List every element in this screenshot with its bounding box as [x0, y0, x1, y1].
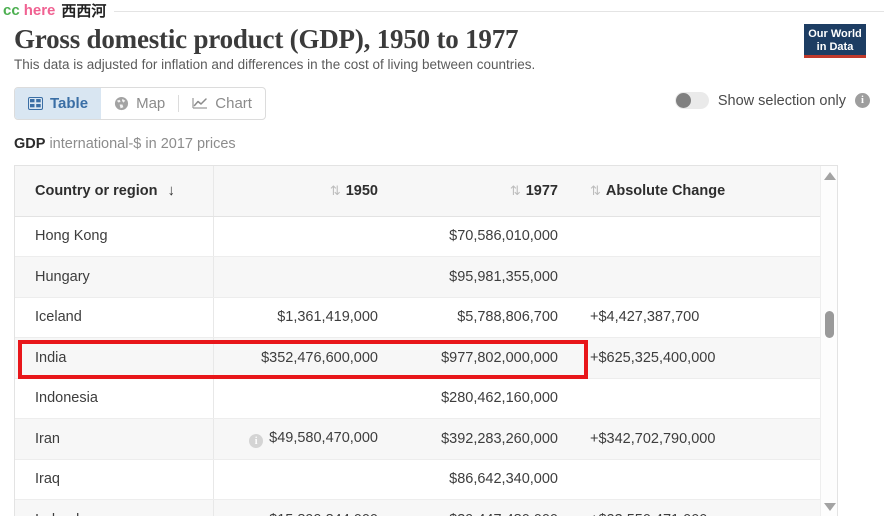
table-row[interactable]: Iceland $1,361,419,000 $5,788,806,700 +$4,4…	[15, 297, 821, 338]
cell-absolute-change	[576, 216, 821, 257]
cell-value-1950	[213, 216, 396, 257]
cell-value-1950-text: $49,580,470,000	[269, 429, 378, 446]
cell-country: India	[15, 337, 214, 379]
cell-value-1977: $5,788,806,700	[396, 297, 576, 338]
cell-absolute-change: +$625,325,400,000	[576, 337, 821, 379]
tab-chart-label: Chart	[215, 95, 252, 112]
watermark-strip: cc here 西西河	[0, 0, 884, 20]
cell-value-1977: $392,283,260,000	[396, 418, 576, 460]
table-row[interactable]: Iran i $49,580,470,000 $392,283,260,000 +$34…	[15, 418, 821, 460]
cell-value-1950-text: $15,899,844,000	[269, 512, 378, 516]
sort-toggle-icon: ⇅	[329, 182, 341, 198]
logo-line-2: in Data	[816, 41, 854, 53]
our-world-in-data-logo[interactable]: Our World in Data	[804, 24, 866, 58]
cell-value-1977: $70,586,010,000	[396, 216, 576, 257]
column-header-1950-label: 1950	[345, 182, 378, 199]
cell-value-1950: $1,361,419,000	[213, 297, 396, 338]
sort-descending-icon: ↓	[167, 182, 175, 200]
cell-value-1977: $977,802,000,000	[396, 337, 576, 379]
cell-absolute-change: +$342,702,790,000	[576, 418, 821, 460]
cell-country: Indonesia	[15, 378, 214, 419]
cell-value-1950	[213, 459, 396, 500]
data-table-container: Country or region ↓ ⇅ 1950 ⇅ 1977 ⇅ Absolute…	[14, 165, 838, 516]
column-header-country-label: Country or region	[35, 183, 158, 200]
column-header-1950[interactable]: ⇅ 1950	[213, 166, 396, 217]
tab-map-label: Map	[136, 95, 166, 112]
table-header: Country or region ↓ ⇅ 1950 ⇅ 1977 ⇅ Absolute…	[15, 166, 821, 217]
globe-icon	[114, 96, 129, 111]
tab-chart[interactable]: Chart	[179, 88, 265, 119]
watermark-divider	[114, 10, 884, 12]
cell-country: Ireland	[15, 499, 214, 516]
cell-value-1977: $95,981,355,000	[396, 256, 576, 298]
table-row[interactable]: Iraq $86,642,340,000	[15, 459, 821, 500]
scroll-down-arrow-icon[interactable]	[824, 503, 836, 511]
tab-table-label: Table	[50, 95, 89, 112]
cell-absolute-change: +$23,550,471,000	[576, 499, 821, 516]
cell-value-1977: $280,462,160,000	[396, 378, 576, 419]
cell-value-1950: $15,899,844,000	[213, 499, 396, 516]
cell-country: Hungary	[15, 256, 214, 298]
toggle-knob	[675, 93, 691, 108]
cell-country: Iceland	[15, 297, 214, 338]
info-icon[interactable]: i	[855, 93, 870, 108]
units-line: GDP international-$ in 2017 prices	[14, 136, 236, 152]
table-body: Hong Kong $70,586,010,000 Hungary $95,981,3…	[15, 216, 821, 516]
cell-absolute-change	[576, 459, 821, 500]
owid-table-page: cc here 西西河 Gross domestic product (GDP)…	[0, 0, 884, 516]
cell-info-icon[interactable]: i	[249, 434, 264, 448]
cell-country: Iraq	[15, 459, 214, 500]
scrollbar-thumb[interactable]	[825, 311, 834, 338]
cell-country: Iran	[15, 418, 214, 460]
view-tab-bar: Table Map Chart	[14, 87, 266, 120]
watermark-cc-text: cc	[3, 1, 20, 19]
table-header-row: Country or region ↓ ⇅ 1950 ⇅ 1977 ⇅ Absolute…	[15, 166, 821, 217]
column-header-1977[interactable]: ⇅ 1977	[396, 166, 576, 217]
scroll-up-arrow-icon[interactable]	[824, 172, 836, 180]
table-row[interactable]: India $352,476,600,000 $977,802,000,000 +$6…	[15, 337, 821, 379]
column-header-country[interactable]: Country or region ↓	[15, 166, 214, 217]
units-description: international-$ in 2017 prices	[49, 136, 236, 152]
page-title: Gross domestic product (GDP), 1950 to 19…	[14, 24, 519, 54]
gdp-data-table: Country or region ↓ ⇅ 1950 ⇅ 1977 ⇅ Absolute…	[15, 166, 821, 516]
column-header-absolute-change-label: Absolute Change	[605, 182, 726, 199]
cell-value-1950: i $49,580,470,000	[213, 418, 396, 460]
cell-value-1950	[213, 378, 396, 419]
table-row[interactable]: Indonesia $280,462,160,000	[15, 378, 821, 419]
table-row[interactable]: Hong Kong $70,586,010,000	[15, 216, 821, 257]
cell-absolute-change: +$4,427,387,700	[576, 297, 821, 338]
column-header-absolute-change[interactable]: ⇅ Absolute Change	[576, 166, 821, 217]
cell-absolute-change	[576, 256, 821, 298]
cell-value-1977: $39,447,480,000	[396, 499, 576, 516]
sort-toggle-icon: ⇅	[509, 182, 521, 198]
logo-line-1: Our World	[808, 28, 862, 40]
tab-table[interactable]: Table	[15, 88, 102, 119]
cell-value-1977: $86,642,340,000	[396, 459, 576, 500]
show-selection-only-label: Show selection only	[717, 92, 846, 109]
table-vertical-scrollbar[interactable]	[820, 166, 837, 516]
watermark-here-text: here	[23, 1, 56, 19]
cell-value-1950-text: $1,361,419,000	[277, 309, 378, 326]
cell-absolute-change	[576, 378, 821, 419]
table-icon	[28, 97, 43, 110]
cell-value-1950-text: $352,476,600,000	[261, 349, 378, 366]
show-selection-only-control: Show selection only i	[674, 92, 870, 109]
cell-value-1950	[213, 256, 396, 298]
line-chart-icon	[192, 97, 208, 110]
tab-map[interactable]: Map	[101, 88, 178, 119]
cell-value-1950: $352,476,600,000	[213, 337, 396, 379]
watermark-chinese-text: 西西河	[61, 2, 107, 20]
cell-country: Hong Kong	[15, 216, 214, 257]
units-metric: GDP	[14, 136, 46, 152]
table-row[interactable]: Hungary $95,981,355,000	[15, 256, 821, 298]
sort-toggle-icon: ⇅	[590, 182, 601, 198]
show-selection-only-toggle[interactable]	[674, 92, 709, 109]
table-row[interactable]: Ireland $15,899,844,000 $39,447,480,000+$2…	[15, 499, 821, 516]
column-header-1977-label: 1977	[525, 182, 558, 199]
page-subtitle: This data is adjusted for inflation and …	[14, 57, 536, 72]
